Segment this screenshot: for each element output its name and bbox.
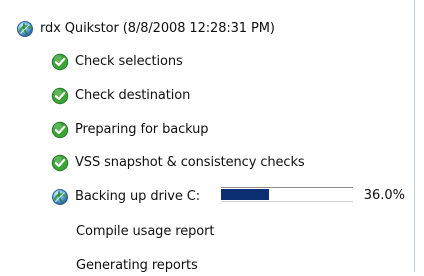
step-label: Generating reports [76, 258, 198, 273]
check-circle-icon [51, 121, 69, 139]
step-label: Preparing for backup [75, 122, 209, 137]
backup-progress-bar [221, 187, 353, 202]
step-check-selections: Check selections [51, 52, 183, 72]
step-compile-usage-report: Compile usage report [76, 222, 214, 242]
backup-status-icon [16, 20, 34, 38]
step-label: Backing up drive C: [75, 189, 201, 204]
step-preparing-for-backup: Preparing for backup [51, 120, 209, 140]
check-circle-icon [51, 154, 69, 172]
step-generating-reports: Generating reports [76, 256, 198, 276]
check-circle-icon [51, 53, 69, 71]
step-check-destination: Check destination [51, 86, 190, 106]
backup-job-title: rdx Quikstor (8/8/2008 12:28:31 PM) [40, 21, 275, 36]
step-label: VSS snapshot & consistency checks [75, 155, 305, 170]
step-vss-snapshot-consistency-checks: VSS snapshot & consistency checks [51, 153, 305, 173]
backup-in-progress-icon [51, 188, 69, 206]
step-backing-up-drive-c: Backing up drive C: [51, 187, 200, 207]
step-label: Check selections [75, 54, 183, 69]
check-circle-icon [51, 87, 69, 105]
step-label: Check destination [75, 88, 191, 103]
step-label: Compile usage report [76, 224, 215, 239]
backup-progress-percent: 36.0% [363, 188, 405, 203]
backup-job-header: rdx Quikstor (8/8/2008 12:28:31 PM) [16, 19, 275, 39]
backup-progress-panel: rdx Quikstor (8/8/2008 12:28:31 PM) Chec… [0, 0, 415, 273]
backup-progress-fill [221, 189, 269, 200]
